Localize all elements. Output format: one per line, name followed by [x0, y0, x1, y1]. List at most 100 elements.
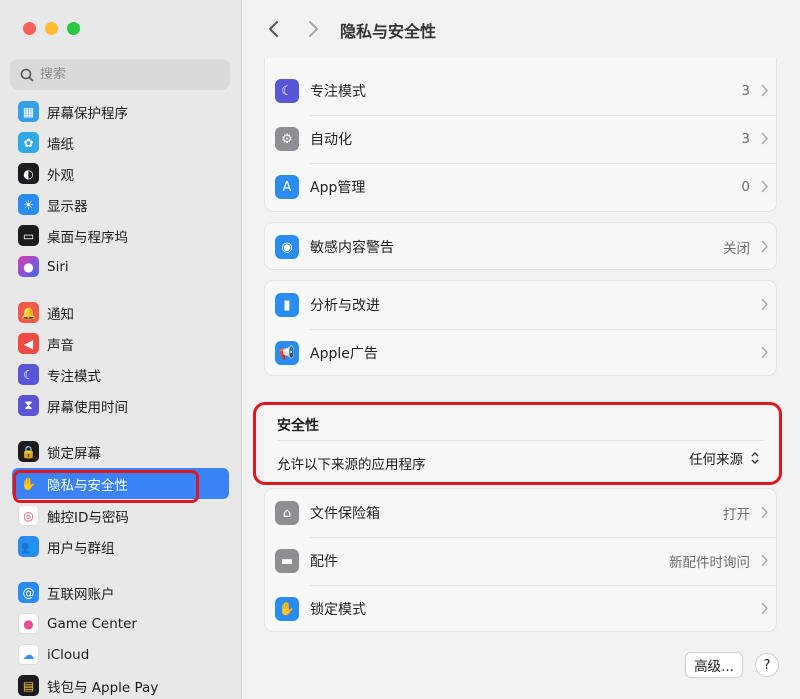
lock-screen-icon: 🔒 [18, 441, 39, 462]
sidebar-item-label: 声音 [47, 337, 74, 354]
window-controls [23, 22, 80, 35]
sidebar-highlight-annotation [13, 470, 199, 503]
row-lockdown-mode[interactable]: ✋ 锁定模式 [265, 585, 778, 633]
security-highlight-annotation [253, 402, 782, 485]
sidebar-item-label: 桌面与程序坞 [47, 229, 128, 246]
app-store-icon: A [275, 175, 299, 199]
sidebar: ▦ 屏幕保护程序 ✿ 墙纸 ◐ 外观 ☀ 显示器 ▭ 桌面与程序坞 ● Siri… [0, 0, 242, 699]
settings-group-permissions: ☾ 专注模式 3 ⚙ 自动化 3 A App管理 0 [264, 58, 777, 212]
sidebar-item-label: 通知 [47, 306, 74, 323]
hand-icon: ✋ [275, 597, 299, 621]
sidebar-item-label: 屏幕使用时间 [47, 399, 128, 416]
row-label: Apple广告 [310, 346, 378, 362]
row-value: 0 [741, 179, 750, 195]
sidebar-item-label: 外观 [47, 167, 74, 184]
advanced-button[interactable]: 高级... [685, 652, 743, 678]
gears-icon: ⚙ [275, 127, 299, 151]
sidebar-item-display[interactable]: ☀ 显示器 [12, 189, 229, 220]
siri-icon: ● [18, 256, 39, 277]
row-label: 锁定模式 [310, 602, 366, 618]
row-label: 分析与改进 [310, 298, 380, 314]
settings-group-analytics: ▮ 分析与改进 📢 Apple广告 [264, 280, 777, 376]
sidebar-item-icloud[interactable]: ☁ iCloud [12, 639, 229, 670]
megaphone-icon: 📢 [275, 341, 299, 365]
zoom-button[interactable] [67, 22, 80, 35]
sidebar-item-users[interactable]: 👥 用户与群组 [12, 531, 229, 562]
sidebar-item-screen-time[interactable]: ⧗ 屏幕使用时间 [12, 390, 229, 421]
sidebar-item-dock[interactable]: ▭ 桌面与程序坞 [12, 220, 229, 251]
chevron-right-icon [761, 180, 768, 193]
appearance-icon: ◐ [18, 163, 39, 184]
search-icon [20, 68, 34, 82]
chevron-right-icon [761, 506, 768, 519]
analytics-icon: ▮ [275, 293, 299, 317]
row-value: 新配件时询问 [669, 555, 750, 571]
toolbar: 隐私与安全性 [243, 0, 800, 58]
sidebar-item-touch-id[interactable]: ◎ 触控ID与密码 [12, 500, 229, 531]
sidebar-item-screensaver[interactable]: ▦ 屏幕保护程序 [12, 96, 229, 127]
minimize-button[interactable] [45, 22, 58, 35]
users-icon: 👥 [18, 536, 39, 557]
focus-moon-icon: ☾ [18, 364, 39, 385]
sidebar-item-wallet[interactable]: ▤ 钱包与 Apple Pay [12, 670, 229, 699]
eye-warning-icon: ◉ [275, 235, 299, 259]
sidebar-item-label: 显示器 [47, 198, 88, 215]
sidebar-item-label: 锁定屏幕 [47, 445, 101, 462]
row-apple-ads[interactable]: 📢 Apple广告 [265, 329, 778, 377]
sidebar-item-internet-accounts[interactable]: @ 互联网账户 [12, 577, 229, 608]
chevron-left-icon [269, 21, 278, 37]
row-label: App管理 [310, 180, 366, 196]
row-analytics[interactable]: ▮ 分析与改进 [265, 281, 778, 329]
sidebar-item-label: Siri [47, 258, 69, 275]
sidebar-item-label: 互联网账户 [47, 586, 115, 603]
row-value: 关闭 [723, 241, 750, 257]
sidebar-item-siri[interactable]: ● Siri [12, 251, 229, 282]
sidebar-item-label: 屏幕保护程序 [47, 105, 128, 122]
accessory-icon: ▬ [275, 549, 299, 573]
sidebar-item-wallpaper[interactable]: ✿ 墙纸 [12, 127, 229, 158]
row-sensitive-content[interactable]: ◉ 敏感内容警告 关闭 [265, 223, 778, 271]
sidebar-item-game-center[interactable]: ● Game Center [12, 608, 229, 639]
search-input[interactable] [40, 67, 210, 82]
sidebar-item-label: 专注模式 [47, 368, 101, 385]
chevron-right-icon [761, 84, 768, 97]
sidebar-item-sound[interactable]: ◀ 声音 [12, 328, 229, 359]
chevron-right-icon [761, 298, 768, 311]
focus-moon-icon: ☾ [275, 79, 299, 103]
chevron-right-icon [761, 132, 768, 145]
chevron-right-icon [761, 346, 768, 359]
row-label: 配件 [310, 554, 338, 570]
search-field[interactable] [10, 59, 230, 90]
wallpaper-icon: ✿ [18, 132, 39, 153]
sidebar-item-label: 钱包与 Apple Pay [47, 679, 159, 696]
chevron-right-icon [309, 21, 318, 37]
forward-button[interactable] [302, 18, 324, 40]
row-label: 自动化 [310, 132, 352, 148]
sidebar-item-notifications[interactable]: 🔔 通知 [12, 297, 229, 328]
screensaver-icon: ▦ [18, 101, 39, 122]
row-value: 3 [741, 83, 750, 99]
close-button[interactable] [23, 22, 36, 35]
sidebar-item-label: iCloud [47, 646, 90, 663]
icloud-icon: ☁ [18, 644, 39, 665]
row-label: 敏感内容警告 [310, 240, 394, 256]
page-title: 隐私与安全性 [340, 22, 437, 41]
row-accessories[interactable]: ▬ 配件 新配件时询问 [265, 537, 778, 585]
filevault-icon: ⌂ [275, 501, 299, 525]
chevron-right-icon [761, 554, 768, 567]
row-label: 专注模式 [310, 84, 366, 100]
sidebar-item-lock-screen[interactable]: 🔒 锁定屏幕 [12, 436, 229, 467]
row-value: 3 [741, 131, 750, 147]
row-app-management[interactable]: A App管理 0 [265, 163, 778, 211]
row-filevault[interactable]: ⌂ 文件保险箱 打开 [265, 489, 778, 537]
main-content: 隐私与安全性 ☾ 专注模式 3 ⚙ 自动化 3 A App管理 0 ◉ 敏感内容… [243, 0, 800, 699]
row-focus[interactable]: ☾ 专注模式 3 [265, 67, 778, 115]
sidebar-item-appearance[interactable]: ◐ 外观 [12, 158, 229, 189]
back-button[interactable] [263, 18, 285, 40]
row-automation[interactable]: ⚙ 自动化 3 [265, 115, 778, 163]
chevron-right-icon [761, 240, 768, 253]
sound-icon: ◀ [18, 333, 39, 354]
settings-group-security: ⌂ 文件保险箱 打开 ▬ 配件 新配件时询问 ✋ 锁定模式 [264, 488, 777, 632]
sidebar-item-focus[interactable]: ☾ 专注模式 [12, 359, 229, 390]
help-button[interactable]: ? [755, 653, 779, 677]
